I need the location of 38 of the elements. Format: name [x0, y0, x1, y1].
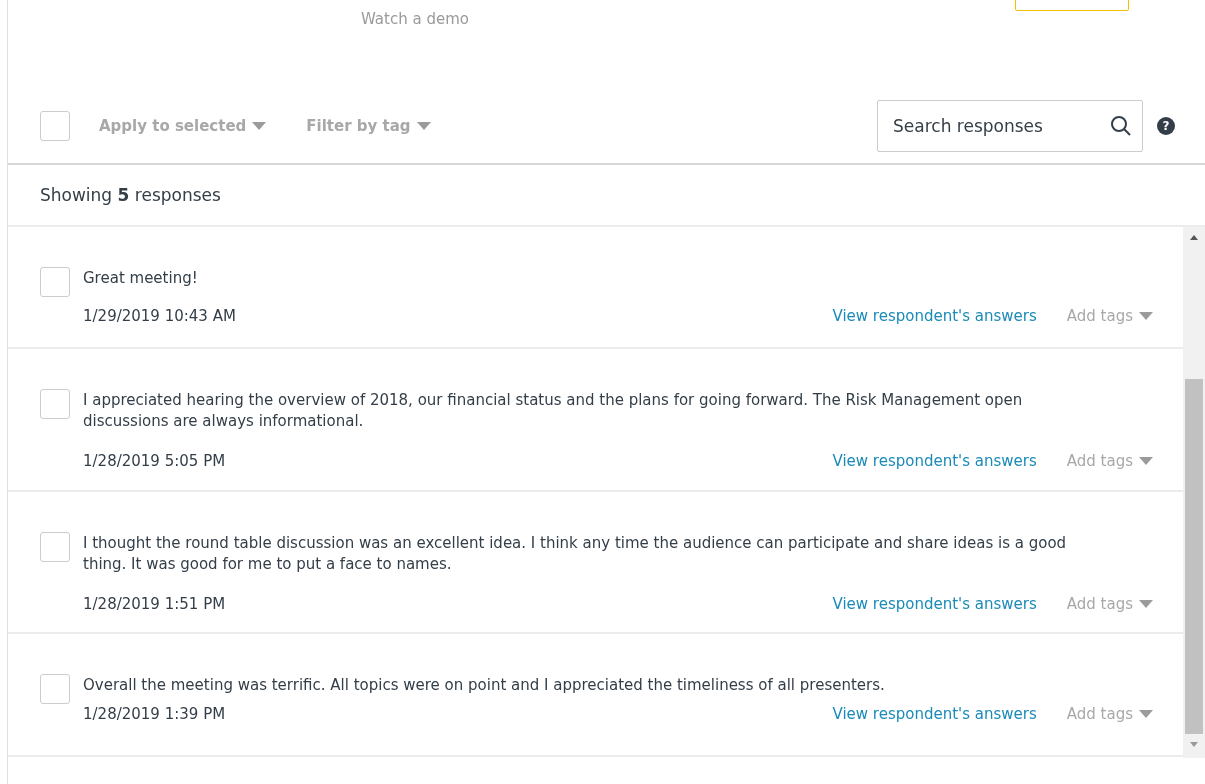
response-checkbox[interactable]	[40, 674, 70, 704]
response-checkbox[interactable]	[40, 389, 70, 419]
response-text: Overall the meeting was terrific. All topics were on point and I appreciated the timeliness of all presenters.	[83, 675, 886, 696]
response-date: 1/28/2019 1:51 PM	[83, 595, 226, 613]
response-checkbox[interactable]	[40, 532, 70, 562]
add-tags-menu[interactable]: Add tags	[1066, 595, 1153, 613]
scroll-down-icon[interactable]	[1190, 742, 1198, 747]
response-date: 1/29/2019 10:43 AM	[83, 307, 236, 325]
response-text: I appreciated hearing the overview of 2018, our financial status and the plans for going forward. The Risk Management open discussions are always informational.	[83, 390, 1024, 432]
responses-count: Showing 5 responses	[8, 165, 1205, 227]
caret-icon	[252, 121, 267, 130]
apply-to-selected-menu[interactable]: Apply to selected	[99, 116, 267, 135]
caret-icon	[1139, 312, 1153, 320]
scroll-up-icon[interactable]	[1190, 235, 1198, 240]
response-date: 1/28/2019 5:05 PM	[83, 452, 226, 470]
caret-icon	[1139, 710, 1153, 718]
view-answers-link[interactable]: View respondent's answers	[832, 705, 1037, 723]
select-all-checkbox[interactable]	[40, 110, 70, 141]
response-checkbox[interactable]	[40, 267, 70, 297]
view-answers-link[interactable]: View respondent's answers	[832, 452, 1037, 470]
add-tags-menu[interactable]: Add tags	[1066, 452, 1153, 470]
response-date: 1/28/2019 1:39 PM	[83, 705, 226, 723]
scroll-thumb[interactable]	[1185, 379, 1203, 734]
scrollbar[interactable]	[1183, 227, 1205, 758]
caret-icon	[1139, 600, 1153, 608]
demo-link[interactable]: Watch a demo	[361, 10, 469, 28]
add-tags-menu[interactable]: Add tags	[1066, 705, 1153, 723]
view-answers-link[interactable]: View respondent's answers	[832, 307, 1037, 325]
view-answers-link[interactable]: View respondent's answers	[832, 595, 1037, 613]
add-tags-menu[interactable]: Add tags	[1066, 307, 1153, 325]
filter-by-tag-menu[interactable]: Filter by tag	[306, 116, 431, 135]
search-field[interactable]: Search responses	[877, 99, 1143, 152]
caret-icon	[1139, 457, 1153, 465]
response-text: I thought the round table discussion was an excellent idea. I think any time the audience can participate and share ideas is a good thing. It was good for me to put a face to names.	[83, 533, 1068, 575]
caret-icon	[416, 121, 431, 130]
search-icon	[1110, 114, 1132, 137]
response-text: Great meeting!	[83, 268, 199, 289]
help-icon[interactable]: ?	[1157, 116, 1175, 135]
